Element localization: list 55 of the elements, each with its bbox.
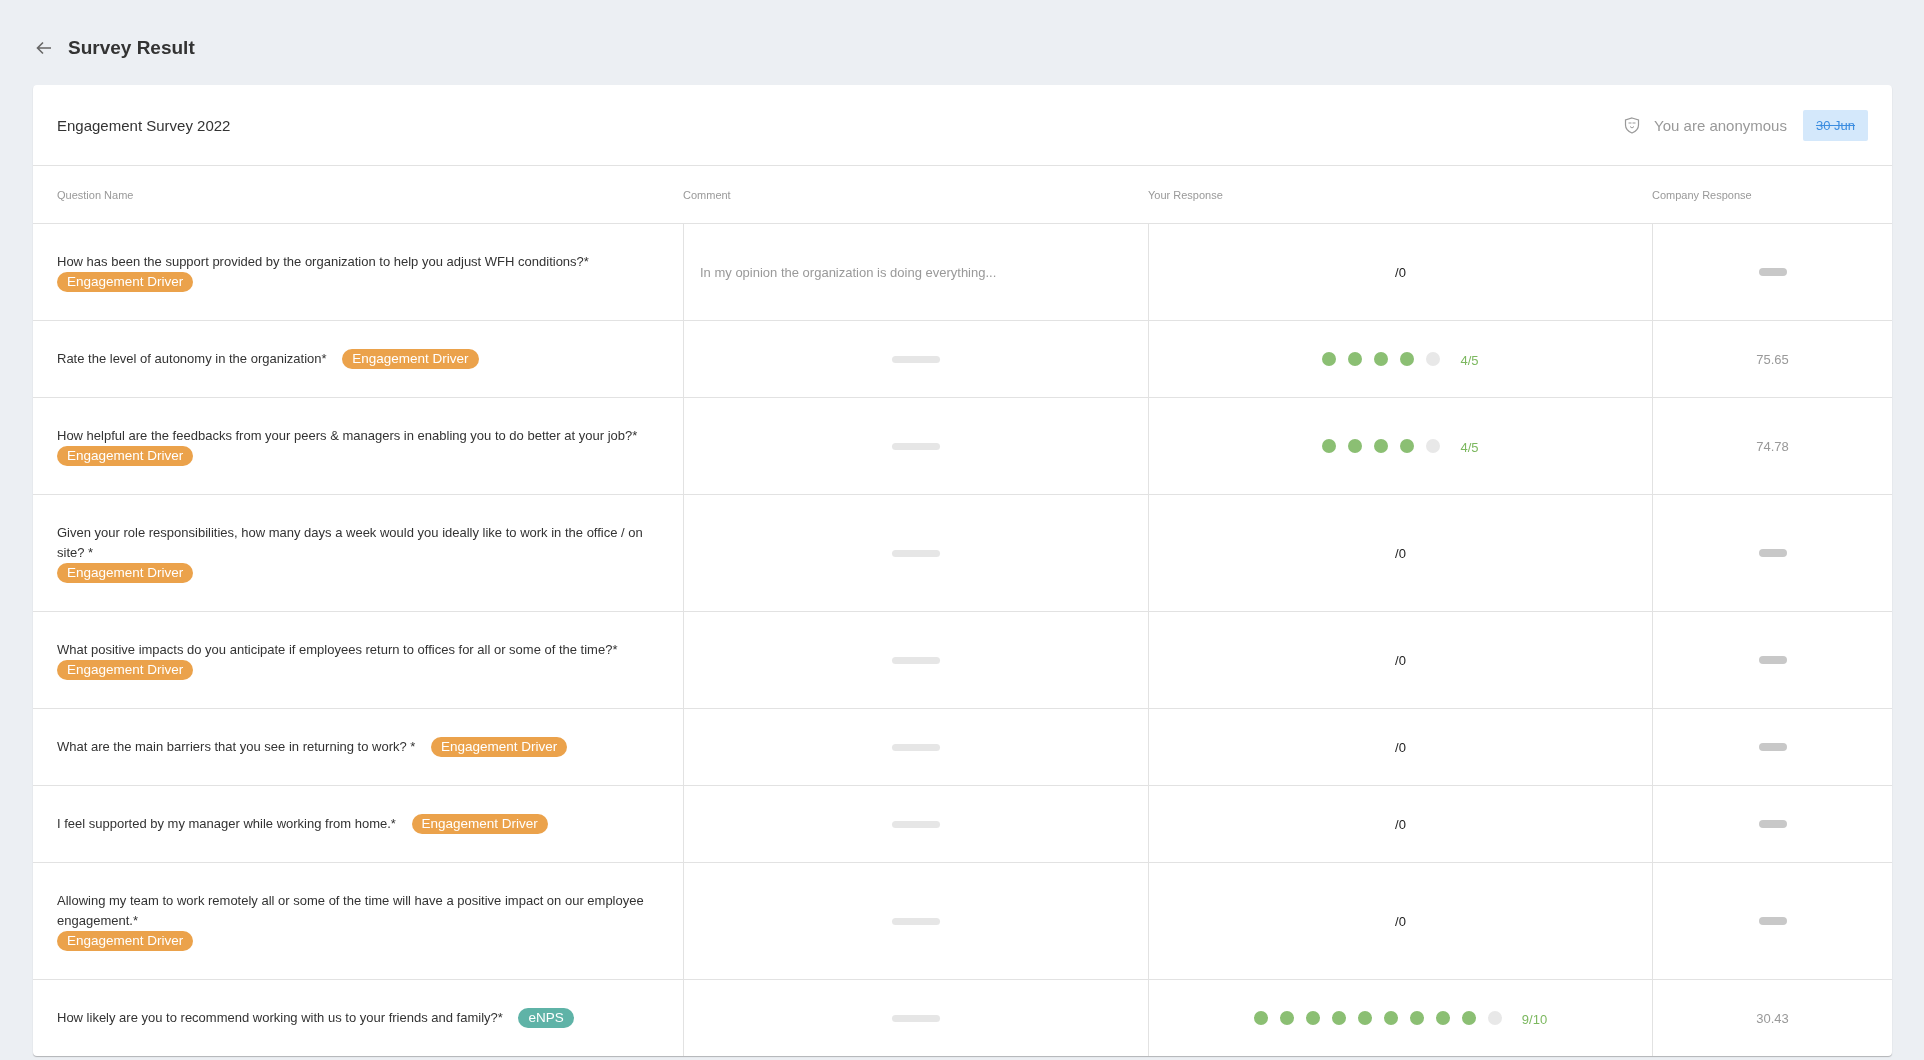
column-header: Comment bbox=[683, 188, 732, 201]
category-tag: Engagement Driver bbox=[411, 814, 548, 834]
category-tag: Engagement Driver bbox=[57, 563, 194, 583]
rating-score: 4/5 bbox=[1460, 352, 1479, 368]
question-text: What are the main barriers that you see in returning to work? * bbox=[57, 739, 416, 754]
category-tag: Engagement Driver bbox=[57, 446, 194, 466]
question-text: How has been the support provided by the organization to help you adjust WFH conditions?* bbox=[57, 254, 589, 269]
empty-dash bbox=[1758, 549, 1787, 557]
column-header: Question Name bbox=[56, 188, 135, 201]
response-value: /0 bbox=[1395, 545, 1406, 561]
category-tag: Engagement Driver bbox=[431, 737, 568, 757]
empty-dash bbox=[892, 743, 940, 751]
response-value: /0 bbox=[1395, 264, 1406, 280]
rating-score: 9/10 bbox=[1521, 1011, 1548, 1027]
question-text: I feel supported by my manager while working from home.* bbox=[57, 816, 396, 831]
empty-dash bbox=[1758, 656, 1787, 664]
rating-score: 4/5 bbox=[1460, 439, 1479, 455]
question-text: How helpful are the feedbacks from your peers & managers in enabling you to do better at your job?* bbox=[57, 428, 638, 443]
category-tag: Engagement Driver bbox=[57, 660, 194, 680]
question-text: Rate the level of autonomy in the organization* bbox=[57, 351, 327, 366]
question-text: How likely are you to recommend working with us to your friends and family?* bbox=[57, 1010, 503, 1025]
response-value: /0 bbox=[1395, 816, 1406, 832]
back-arrow-icon[interactable] bbox=[36, 41, 52, 55]
survey-name: Engagement Survey 2022 bbox=[57, 116, 232, 134]
empty-dash bbox=[892, 355, 940, 363]
empty-dash bbox=[892, 820, 940, 828]
comment-text: In my opinion the organization is doing everything... bbox=[700, 264, 997, 280]
empty-dash bbox=[1758, 268, 1787, 276]
page-title: Survey Result bbox=[68, 37, 195, 59]
empty-dash bbox=[1758, 917, 1787, 925]
category-tag: Engagement Driver bbox=[57, 931, 194, 951]
response-value: /0 bbox=[1395, 739, 1406, 755]
company-score: 30.43 bbox=[1756, 1010, 1789, 1026]
category-tag: Engagement Driver bbox=[342, 349, 479, 369]
due-date: 30 Jun bbox=[1802, 109, 1868, 141]
column-header: Company Response bbox=[1652, 188, 1753, 201]
response-value: /0 bbox=[1395, 913, 1406, 929]
column-header: Your Response bbox=[1148, 188, 1224, 201]
shield-icon bbox=[1624, 116, 1641, 134]
category-tag: Engagement Driver bbox=[57, 272, 194, 292]
empty-dash bbox=[892, 549, 940, 557]
question-text: Allowing my team to work remotely all or some of the time will have a positive impact on our employee engagement.* bbox=[57, 892, 645, 930]
question-text: What positive impacts do you anticipate if employees return to offices for all or some of the time?* bbox=[57, 642, 618, 657]
company-score: 75.65 bbox=[1756, 351, 1789, 367]
response-value: /0 bbox=[1395, 652, 1406, 668]
category-tag: eNPS bbox=[518, 1008, 574, 1028]
empty-dash bbox=[892, 442, 940, 450]
empty-dash bbox=[1758, 820, 1787, 828]
company-score: 74.78 bbox=[1756, 438, 1789, 454]
anonymity-status: You are anonymous bbox=[1654, 116, 1787, 134]
empty-dash bbox=[1758, 743, 1787, 751]
empty-dash bbox=[892, 656, 940, 664]
empty-dash bbox=[892, 917, 940, 925]
question-text: Given your role responsibilities, how many days a week would you ideally like to work in the office / on site? * bbox=[57, 524, 644, 562]
empty-dash bbox=[892, 1014, 940, 1022]
